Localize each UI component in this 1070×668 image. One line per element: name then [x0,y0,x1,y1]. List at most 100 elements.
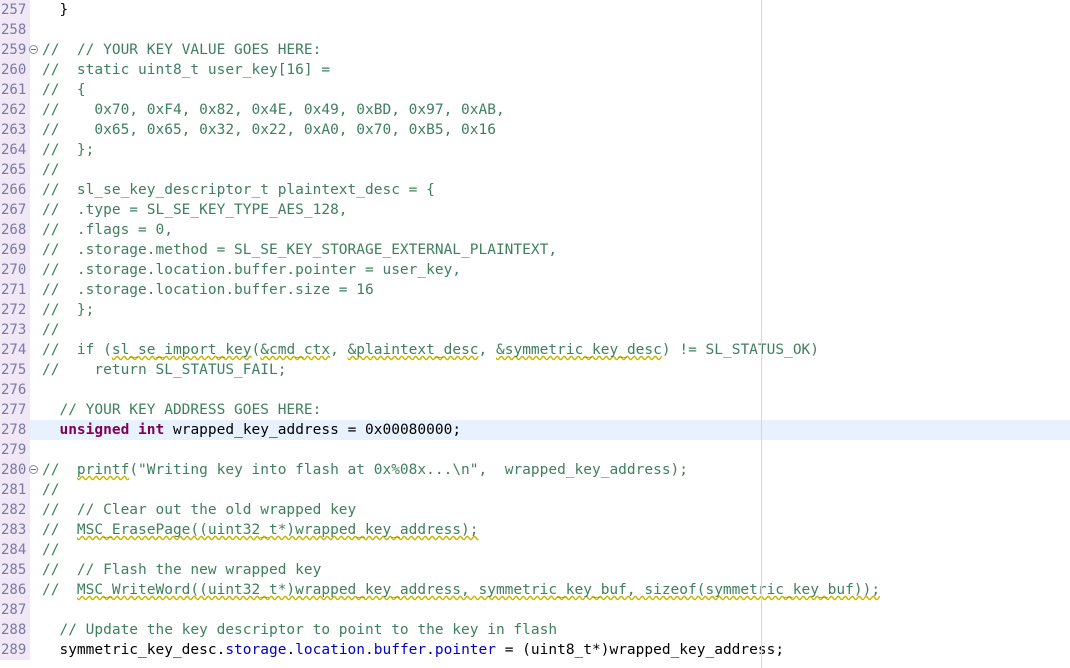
code-line[interactable]: 288 // Update the key descriptor to poin… [0,620,1070,640]
line-number: 286 [0,580,30,600]
line-number: 264 [0,140,30,160]
code-text: // MSC_WriteWord((uint32_t*)wrapped_key_… [42,582,881,598]
line-number: 280 [0,460,30,480]
line-number: 271 [0,280,30,300]
line-number: 266 [0,180,30,200]
code-text: symmetric_key_desc.storage.location.buff… [42,642,785,658]
line-number: 262 [0,100,30,120]
line-number: 261 [0,80,30,100]
line-number: 283 [0,520,30,540]
code-text: // [42,542,60,558]
code-text: // Update the key descriptor to point to… [42,622,558,638]
line-number: 289 [0,640,30,660]
code-text: // .storage.location.buffer.size = 16 [42,282,374,298]
line-number: 279 [0,440,30,460]
line-number: 268 [0,220,30,240]
code-line[interactable]: 273 // [0,320,1070,340]
code-text: // // Flash the new wrapped key [42,562,322,578]
code-text: // }; [42,142,95,158]
code-editor[interactable]: 257 } 258 259// // YOUR KEY VALUE GOES HER… [0,0,1070,668]
code-text: // 0x70, 0xF4, 0x82, 0x4E, 0x49, 0xBD, 0… [42,102,505,118]
code-line[interactable]: 259 // // YOUR KEY VALUE GOES HERE: [0,40,1070,60]
code-text: // [42,322,60,338]
code-text: unsigned int wrapped_key_address = 0x000… [59,422,462,438]
code-line[interactable]: 278 unsigned int wrapped_key_address = 0… [0,420,1070,440]
code-line[interactable]: 258 [0,20,1070,40]
code-text: // // Clear out the old wrapped key [42,502,357,518]
code-text: // // YOUR KEY VALUE GOES HERE: [42,42,322,58]
code-line[interactable]: 276 [0,380,1070,400]
line-number: 276 [0,380,30,400]
line-number: 260 [0,60,30,80]
code-line[interactable]: 285 // // Flash the new wrapped key [0,560,1070,580]
code-text: // 0x65, 0x65, 0x32, 0x22, 0xA0, 0x70, 0… [42,122,496,138]
fold-toggle-icon[interactable] [29,465,38,474]
code-line[interactable]: 260 // static uint8_t user_key[16] = [0,60,1070,80]
line-number: 267 [0,200,30,220]
line-number: 275 [0,360,30,380]
line-number: 272 [0,300,30,320]
line-number: 274 [0,340,30,360]
line-number: 281 [0,480,30,500]
code-line[interactable]: 274 // if (sl_se_import_key(&cmd_ctx, &pl… [0,340,1070,360]
line-number: 287 [0,600,30,620]
line-number: 269 [0,240,30,260]
code-line[interactable]: 266 // sl_se_key_descriptor_t plaintext_d… [0,180,1070,200]
line-number: 288 [0,620,30,640]
code-text: } [42,2,69,18]
editor-lines[interactable]: 257 } 258 259// // YOUR KEY VALUE GOES HER… [0,0,1070,660]
code-line[interactable]: 289 symmetric_key_desc.storage.location.… [0,640,1070,660]
code-line[interactable]: 279 [0,440,1070,460]
line-number: 258 [0,20,30,40]
code-line[interactable]: 268 // .flags = 0, [0,220,1070,240]
line-number: 285 [0,560,30,580]
line-number: 282 [0,500,30,520]
code-text: // .type = SL_SE_KEY_TYPE_AES_128, [42,202,348,218]
code-line[interactable]: 286 // MSC_WriteWord((uint32_t*)wrapped_k… [0,580,1070,600]
code-line[interactable]: 265 // [0,160,1070,180]
code-text: // { [42,82,86,98]
code-line[interactable]: 283 // MSC_ErasePage((uint32_t*)wrapped_k… [0,520,1070,540]
code-line[interactable]: 281 // [0,480,1070,500]
code-line[interactable]: 277 // YOUR KEY ADDRESS GOES HERE: [0,400,1070,420]
line-number: 265 [0,160,30,180]
code-text: // return SL_STATUS_FAIL; [42,362,287,378]
code-line[interactable]: 282 // // Clear out the old wrapped key [0,500,1070,520]
code-line[interactable]: 264 // }; [0,140,1070,160]
code-line[interactable]: 261 // { [0,80,1070,100]
fold-toggle-icon[interactable] [29,45,38,54]
code-line[interactable]: 275 // return SL_STATUS_FAIL; [0,360,1070,380]
print-margin-line [761,0,762,668]
code-text: // static uint8_t user_key[16] = [42,62,331,78]
code-line[interactable]: 263 // 0x65, 0x65, 0x32, 0x22, 0xA0, 0x70… [0,120,1070,140]
line-number: 277 [0,400,30,420]
code-text: // .flags = 0, [42,222,173,238]
code-line[interactable]: 267 // .type = SL_SE_KEY_TYPE_AES_128, [0,200,1070,220]
code-line[interactable]: 272 // }; [0,300,1070,320]
code-text: // MSC_ErasePage((uint32_t*)wrapped_key_… [42,522,479,538]
code-text: // }; [42,302,95,318]
code-text: // printf("Writing key into flash at 0x%… [42,462,689,478]
code-text: // [42,162,60,178]
code-line[interactable]: 270 // .storage.location.buffer.pointer =… [0,260,1070,280]
code-text: // if (sl_se_import_key(&cmd_ctx, &plain… [42,342,820,358]
line-number: 284 [0,540,30,560]
line-number: 278 [0,420,30,440]
line-number: 273 [0,320,30,340]
code-line[interactable]: 269 // .storage.method = SL_SE_KEY_STORAG… [0,240,1070,260]
line-number: 257 [0,0,30,20]
code-text: // [42,482,60,498]
code-line[interactable]: 262 // 0x70, 0xF4, 0x82, 0x4E, 0x49, 0xBD… [0,100,1070,120]
code-line[interactable]: 271 // .storage.location.buffer.size = 16 [0,280,1070,300]
code-text: // .storage.location.buffer.pointer = us… [42,262,462,278]
line-number: 270 [0,260,30,280]
code-line[interactable]: 280 // printf("Writing key into flash at … [0,460,1070,480]
code-line[interactable]: 257 } [0,0,1070,20]
code-text: // YOUR KEY ADDRESS GOES HERE: [42,402,322,418]
code-text: // .storage.method = SL_SE_KEY_STORAGE_E… [42,242,558,258]
code-text: // sl_se_key_descriptor_t plaintext_desc… [42,182,435,198]
code-line[interactable]: 284 // [0,540,1070,560]
line-number: 263 [0,120,30,140]
code-line[interactable]: 287 [0,600,1070,620]
line-number: 259 [0,40,30,60]
